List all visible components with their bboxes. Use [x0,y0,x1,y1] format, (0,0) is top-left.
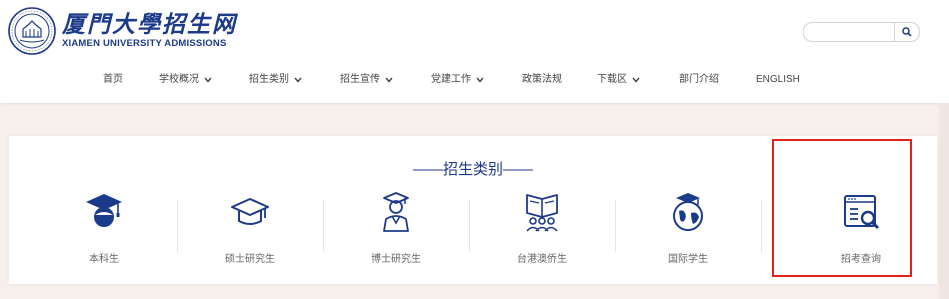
category-undergraduate[interactable]: 本科生 [31,191,177,271]
search-button[interactable] [894,23,919,41]
category-label: 本科生 [89,254,119,265]
nav-item-label: 首页 [103,74,123,85]
main-nav: 首页 学校概况 招生类别 招生宣传 党建工作 政策法规 下载区 部门介绍 ENG… [0,70,949,90]
nav-item-label: 招生类别 [249,74,289,85]
page-edge-decoration [939,103,949,299]
nav-item-publicity[interactable]: 招生宣传 [340,70,393,90]
divider [761,200,762,252]
chevron-down-icon [204,77,212,83]
search-input[interactable] [803,22,920,42]
bachelor-cap-icon [86,194,122,227]
nav-item-label: 招生宣传 [340,74,380,85]
nav-item-downloads[interactable]: 下载区 [597,70,640,90]
chevron-down-icon [632,77,640,83]
nav-item-label: 政策法规 [522,74,562,85]
nav-item-label: 下载区 [597,74,627,85]
doctor-graduate-icon [383,192,409,232]
category-master[interactable]: 硕士研究生 [177,191,323,271]
category-international[interactable]: 国际学生 [615,191,761,271]
students-reading-icon [526,194,558,232]
nav-item-departments[interactable]: 部门介绍 [679,70,719,90]
nav-item-policy[interactable]: 政策法规 [522,70,562,90]
category-doctoral[interactable]: 博士研究生 [323,191,469,271]
nav-item-label: 学校概况 [159,74,199,85]
highlight-box [772,139,912,277]
category-hk-macao-taiwan[interactable]: 台港澳侨生 [469,191,615,271]
nav-item-about[interactable]: 学校概况 [159,70,212,90]
globe-cap-icon [673,193,703,231]
graduation-cap-icon [231,198,269,225]
category-label: 国际学生 [668,254,708,265]
site-logo[interactable]: 厦門大學招生网 XIAMEN UNIVERSITY ADMISSIONS [8,7,237,55]
search-icon [902,27,912,37]
chevron-down-icon [476,77,484,83]
chevron-down-icon [294,77,302,83]
category-label: 台港澳侨生 [517,254,567,265]
nav-item-english[interactable]: ENGLISH [756,70,800,90]
logo-chinese-name: 厦門大學招生网 [62,11,237,38]
nav-item-label: ENGLISH [756,74,800,85]
nav-item-home[interactable]: 首页 [103,70,123,90]
nav-item-label: 部门介绍 [679,74,719,85]
chevron-down-icon [385,77,393,83]
category-label: 博士研究生 [371,254,421,265]
nav-item-categories[interactable]: 招生类别 [249,70,302,90]
logo-english-name: XIAMEN UNIVERSITY ADMISSIONS [62,38,227,49]
category-label: 硕士研究生 [225,254,275,265]
site-header: 厦門大學招生网 XIAMEN UNIVERSITY ADMISSIONS 首页 … [0,0,949,103]
nav-item-label: 党建工作 [431,74,471,85]
nav-item-party[interactable]: 党建工作 [431,70,484,90]
university-seal-icon [8,7,56,55]
